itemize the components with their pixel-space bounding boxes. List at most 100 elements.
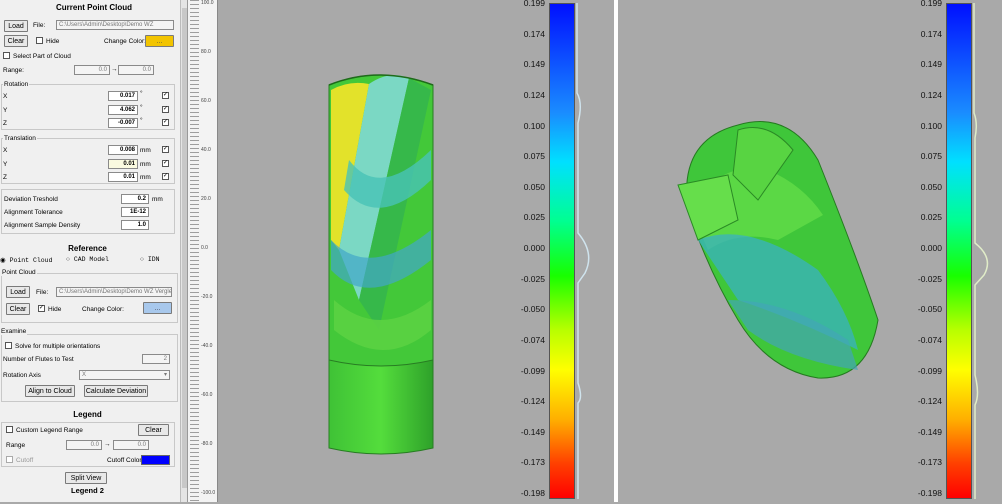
solve-multiple-checkbox[interactable]: [5, 342, 12, 349]
range-arrow: →: [111, 66, 118, 73]
ruler-label: -80.0: [201, 441, 213, 447]
cutoff-label: Cutoff: [16, 457, 34, 464]
scale-label: 0.050: [523, 181, 545, 192]
select-part-label: Select Part of Cloud: [13, 53, 71, 60]
rotation-x-label: X: [3, 93, 8, 100]
translation-y-checkbox[interactable]: ✓: [162, 160, 169, 167]
cutoff-color-button[interactable]: [141, 455, 170, 465]
reference-file-path-field[interactable]: C:\Users\Admin\Desktop\Demo WZ Vergleic: [56, 287, 172, 297]
select-part-checkbox[interactable]: [3, 52, 10, 59]
translation-y-field[interactable]: 0.01: [108, 159, 138, 169]
legend2-title: Legend 2: [71, 486, 104, 495]
rotation-axis-select[interactable]: X ▾: [79, 370, 170, 380]
calculate-deviation-button[interactable]: Calculate Deviation: [84, 385, 148, 397]
scale-label: 0.149: [523, 59, 545, 70]
scale-label: 0.075: [523, 151, 545, 162]
deviation-threshold-label: Deviation Treshold: [4, 196, 58, 203]
legend-clear-button[interactable]: Clear: [138, 424, 169, 436]
scale-label: -0.025: [917, 273, 942, 284]
legend-range-label: Range: [6, 442, 26, 449]
reference-idn-radio[interactable]: ○ IDN: [140, 256, 160, 263]
reference-load-button[interactable]: Load: [6, 286, 30, 298]
rotation-z-field[interactable]: -0.007: [108, 118, 138, 128]
rotation-y-label: Y: [3, 107, 8, 114]
scale-label: -0.025: [520, 273, 545, 284]
deviation-threshold-field[interactable]: 0.2: [121, 194, 149, 204]
colorbar-right: [946, 3, 972, 499]
reference-color-button[interactable]: ...: [143, 302, 172, 314]
rotation-x-field[interactable]: 0.017: [108, 91, 138, 101]
translation-y-unit: mm: [140, 161, 151, 168]
rotation-x-unit: °: [140, 90, 143, 97]
scale-label: 0.025: [920, 212, 942, 223]
rotation-z-unit: °: [140, 117, 143, 124]
custom-legend-checkbox[interactable]: [6, 426, 13, 433]
translation-x-checkbox[interactable]: ✓: [162, 146, 169, 153]
view-left[interactable]: 0.199 0.174 0.149 0.124 0.100 0.075 0.050 0.025…: [219, 0, 614, 502]
legend-range-to-field[interactable]: 0.0: [113, 440, 149, 450]
reference-cad-label: CAD Model: [73, 256, 109, 263]
scale-label: 0.199: [920, 0, 942, 8]
split-view-button[interactable]: Split View: [65, 472, 107, 484]
reference-clear-button[interactable]: Clear: [6, 303, 30, 315]
alignment-tolerance-label: Alignment Tolerance: [4, 209, 63, 216]
translation-z-label: Z: [3, 174, 7, 181]
translation-z-checkbox[interactable]: ✓: [162, 173, 169, 180]
rotation-y-checkbox[interactable]: ✓: [162, 106, 169, 113]
load-button[interactable]: Load: [4, 20, 28, 32]
legend-range-from-field[interactable]: 0.0: [66, 440, 102, 450]
histogram-right: [973, 3, 989, 499]
scale-label: -0.173: [520, 457, 545, 468]
scale-label: 0.199: [523, 0, 545, 8]
hide-checkbox[interactable]: [36, 37, 43, 44]
sample-density-label: Alignment Sample Density: [4, 222, 81, 229]
file-path-field[interactable]: C:\Users\Admin\Desktop\Demo WZ: [56, 20, 174, 30]
ruler-label: 60.0: [201, 98, 211, 104]
rotation-x-checkbox[interactable]: ✓: [162, 92, 169, 99]
align-to-cloud-button[interactable]: Align to Cloud: [25, 385, 75, 397]
translation-x-field[interactable]: 0.008: [108, 145, 138, 155]
current-cloud-title: Current Point Cloud: [56, 3, 132, 12]
scale-label: -0.173: [917, 457, 942, 468]
ruler-label: 100.0: [201, 0, 214, 6]
scale-label: 0.174: [523, 28, 545, 39]
examine-title: Examine: [0, 328, 28, 335]
flutes-field[interactable]: 2: [142, 354, 170, 364]
reference-hide-checkbox[interactable]: ✓: [38, 305, 45, 312]
flutes-label: Number of Flutes to Test: [3, 356, 74, 363]
tool-model-right[interactable]: [618, 0, 1002, 502]
range-label: Range:: [3, 67, 24, 74]
scale-label: -0.050: [917, 304, 942, 315]
alignment-tolerance-field[interactable]: 1E-12: [121, 207, 149, 217]
current-color-button[interactable]: ...: [145, 35, 174, 47]
vertical-ruler: 100.0 80.0 60.0 40.0 20.0 0.0 -20.0 -40.0 -60.0 -…: [188, 0, 218, 502]
panel-scrollbar-thumb[interactable]: [182, 8, 187, 488]
rotation-axis-label: Rotation Axis: [3, 372, 41, 379]
reference-cad-radio[interactable]: ○ CAD Model: [66, 256, 109, 263]
cutoff-checkbox[interactable]: [6, 456, 13, 463]
scale-label: 0.100: [920, 120, 942, 131]
reference-file-label: File:: [36, 289, 49, 296]
scale-label: -0.198: [917, 488, 942, 498]
ruler-label: -60.0: [201, 392, 213, 398]
reference-group-title: Point Cloud: [1, 269, 37, 276]
legend-title: Legend: [73, 410, 102, 419]
ruler-label: 80.0: [201, 49, 211, 55]
range-to-field[interactable]: 0.0: [118, 65, 154, 75]
translation-z-field[interactable]: 0.01: [108, 172, 138, 182]
sample-density-field[interactable]: 1.0: [121, 220, 149, 230]
change-color-label: Change Color:: [104, 38, 146, 45]
rotation-y-field[interactable]: 4.062: [108, 105, 138, 115]
clear-button[interactable]: Clear: [4, 35, 28, 47]
reference-idn-label: IDN: [147, 256, 160, 263]
reference-point-cloud-radio[interactable]: ◉ Point Cloud: [0, 256, 53, 264]
range-from-field[interactable]: 0.0: [74, 65, 110, 75]
ruler-label: -40.0: [201, 343, 213, 349]
ruler-label: 0.0: [201, 245, 208, 251]
view-right[interactable]: 0.199 0.174 0.149 0.124 0.100 0.075 0.050 0.025…: [618, 0, 1002, 502]
custom-legend-label: Custom Legend Range: [16, 427, 83, 434]
rotation-z-checkbox[interactable]: ✓: [162, 119, 169, 126]
panel-scrollbar[interactable]: [180, 0, 187, 502]
hide-label: Hide: [46, 38, 60, 45]
ruler-label: 20.0: [201, 196, 211, 202]
